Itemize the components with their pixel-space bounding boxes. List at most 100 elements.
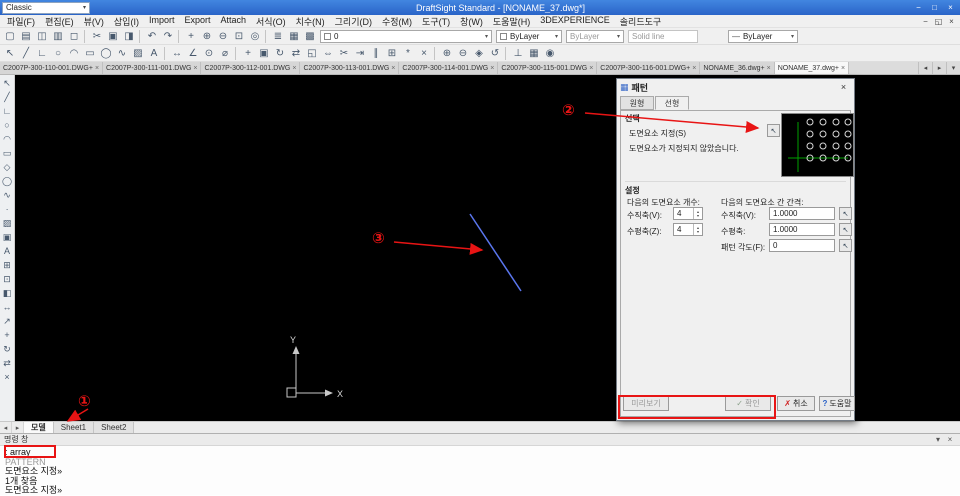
workspace-combo[interactable]: Classic ▾ <box>2 1 90 14</box>
zoom-in-icon[interactable]: ⊕ <box>199 29 215 44</box>
document-tab[interactable]: NONAME_37.dwg+ × <box>774 62 850 74</box>
linestyle-combo[interactable]: ByLayer ▾ <box>566 29 624 43</box>
undo-icon[interactable]: ↶ <box>144 29 160 44</box>
document-tab[interactable]: C2007P-300-112-001.DWG × <box>201 62 301 74</box>
ellipse-icon[interactable]: ◯ <box>98 46 114 61</box>
rectangle-icon[interactable]: ▭ <box>82 46 98 61</box>
dim-radius-icon[interactable]: ⊙ <box>201 46 217 61</box>
menu-item[interactable]: 3DEXPERIENCE <box>535 15 615 28</box>
select-icon[interactable]: ↖ <box>2 46 18 61</box>
doc-restore-button[interactable]: ◱ <box>932 17 945 26</box>
spline-icon[interactable]: ∿ <box>114 46 130 61</box>
pan-icon[interactable]: ◈ <box>471 46 487 61</box>
cancel-button[interactable]: ✗ 취소 <box>777 396 815 411</box>
spinner-arrows-icon[interactable]: ▴ ▾ <box>693 208 702 219</box>
erase-icon[interactable]: × <box>416 46 432 61</box>
ok-button[interactable]: ✓ 확인 <box>725 396 771 411</box>
sheet-scroll-left-button[interactable]: ◂ <box>0 422 12 433</box>
menu-item[interactable]: 치수(N) <box>291 15 330 28</box>
menu-item[interactable]: 삽입(I) <box>109 15 144 28</box>
doc-minimize-button[interactable]: − <box>919 17 932 26</box>
layer-combo[interactable]: 0 ▾ <box>320 29 492 43</box>
explode-icon[interactable]: * <box>400 46 416 61</box>
tab-close-icon[interactable]: × <box>95 65 99 72</box>
insert-block-tool-icon[interactable]: ⊡ <box>0 272 14 286</box>
menu-item[interactable]: Import <box>144 15 180 28</box>
menu-item[interactable]: 뷰(V) <box>79 15 109 28</box>
dim-angular-icon[interactable]: ∠ <box>185 46 201 61</box>
preview-button[interactable]: 미리보기 <box>623 396 669 411</box>
layer-manager-icon[interactable]: ▦ <box>286 29 302 44</box>
command-history[interactable]: : array PATTERN 도면요소 지정» 1개 찾음 도면요소 지정» <box>0 446 960 496</box>
document-tab[interactable]: NONAME_36.dwg+ × <box>700 62 775 74</box>
help-button[interactable]: ? 도움말 <box>819 396 855 411</box>
command-window-close-icon[interactable]: × <box>944 435 956 444</box>
tab-close-icon[interactable]: × <box>589 65 593 72</box>
line-icon[interactable]: ╱ <box>18 46 34 61</box>
rotate-tool-icon[interactable]: ↻ <box>0 342 14 356</box>
tab-list-button[interactable]: ▾ <box>946 62 960 74</box>
menu-item[interactable]: 솔리드도구 <box>615 15 666 28</box>
tab-close-icon[interactable]: × <box>292 65 296 72</box>
count-spinner[interactable]: 4 ▴ ▾ <box>673 207 703 220</box>
document-tab[interactable]: C2007P-300-116-001.DWG+ × <box>597 62 701 74</box>
dim-linear-icon[interactable]: ↔ <box>169 46 185 61</box>
sheet-scroll-right-button[interactable]: ▸ <box>12 422 24 433</box>
document-tab[interactable]: C2007P-300-110-001.DWG+ × <box>0 62 104 74</box>
hatch-tool-icon[interactable]: ▨ <box>0 216 14 230</box>
color-combo[interactable]: ByLayer ▾ <box>496 29 562 43</box>
dialog-tab[interactable]: 원형 <box>620 96 654 110</box>
zoom-out-icon[interactable]: ⊖ <box>455 46 471 61</box>
snap-icon[interactable]: ◉ <box>542 46 558 61</box>
zoom-window-icon[interactable]: ⊡ <box>231 29 247 44</box>
pattern-icon[interactable]: ⊞ <box>384 46 400 61</box>
document-tab[interactable]: C2007P-300-111-001.DWG × <box>103 62 202 74</box>
sheet-tab[interactable]: Sheet2 <box>94 422 135 433</box>
save-icon[interactable]: ◫ <box>34 29 50 44</box>
region-tool-icon[interactable]: ▣ <box>0 230 14 244</box>
offset-icon[interactable]: ∥ <box>368 46 384 61</box>
ellipse-tool-icon[interactable]: ◯ <box>0 174 14 188</box>
document-tab[interactable]: C2007P-300-113-001.DWG × <box>300 62 400 74</box>
maximize-button[interactable]: □ <box>927 2 942 14</box>
cut-icon[interactable]: ✂ <box>89 29 105 44</box>
tab-close-icon[interactable]: × <box>692 65 696 72</box>
menu-item[interactable]: Export <box>179 15 215 28</box>
trim-icon[interactable]: ✂ <box>336 46 352 61</box>
rebuild-icon[interactable]: ↺ <box>487 46 503 61</box>
tab-close-icon[interactable]: × <box>767 65 771 72</box>
sheet-tab[interactable]: Sheet1 <box>53 422 95 433</box>
redo-icon[interactable]: ↷ <box>160 29 176 44</box>
new-icon[interactable]: ▢ <box>2 29 18 44</box>
spacing-input[interactable]: 1.0000 <box>769 207 835 220</box>
polygon-tool-icon[interactable]: ◇ <box>0 160 14 174</box>
tab-close-icon[interactable]: × <box>841 65 845 72</box>
menu-item[interactable]: 창(W) <box>455 15 488 28</box>
spacing-input[interactable]: 1.0000 <box>769 223 835 236</box>
dialog-title-bar[interactable]: ▦ 패턴 × <box>617 79 854 95</box>
pick-angle-button[interactable]: ↖ <box>839 239 852 252</box>
rectangle-tool-icon[interactable]: ▭ <box>0 146 14 160</box>
dimension-tool-icon[interactable]: ↔ <box>0 300 14 314</box>
dim-diameter-icon[interactable]: ⌀ <box>217 46 233 61</box>
menu-item[interactable]: 도구(T) <box>417 15 455 28</box>
close-button[interactable]: × <box>943 2 958 14</box>
move-tool-icon[interactable]: + <box>0 328 14 342</box>
document-tab[interactable]: C2007P-300-114-001.DWG × <box>399 62 499 74</box>
dialog-close-icon[interactable]: × <box>836 81 851 93</box>
rotate-icon[interactable]: ↻ <box>272 46 288 61</box>
tab-close-icon[interactable]: × <box>490 65 494 72</box>
circle-tool-icon[interactable]: ○ <box>0 118 14 132</box>
extend-icon[interactable]: ⇥ <box>352 46 368 61</box>
scale-icon[interactable]: ◱ <box>304 46 320 61</box>
polyline-icon[interactable]: ∟ <box>34 46 50 61</box>
copy-icon[interactable]: ▣ <box>105 29 121 44</box>
mirror-tool-icon[interactable]: ⇄ <box>0 356 14 370</box>
pattern-angle-input[interactable]: 0 <box>769 239 835 252</box>
tab-close-icon[interactable]: × <box>391 65 395 72</box>
point-tool-icon[interactable]: ∙ <box>0 202 14 216</box>
line-tool-icon[interactable]: ╱ <box>0 90 14 104</box>
minimize-button[interactable]: − <box>911 2 926 14</box>
open-icon[interactable]: ▤ <box>18 29 34 44</box>
spline-tool-icon[interactable]: ∿ <box>0 188 14 202</box>
